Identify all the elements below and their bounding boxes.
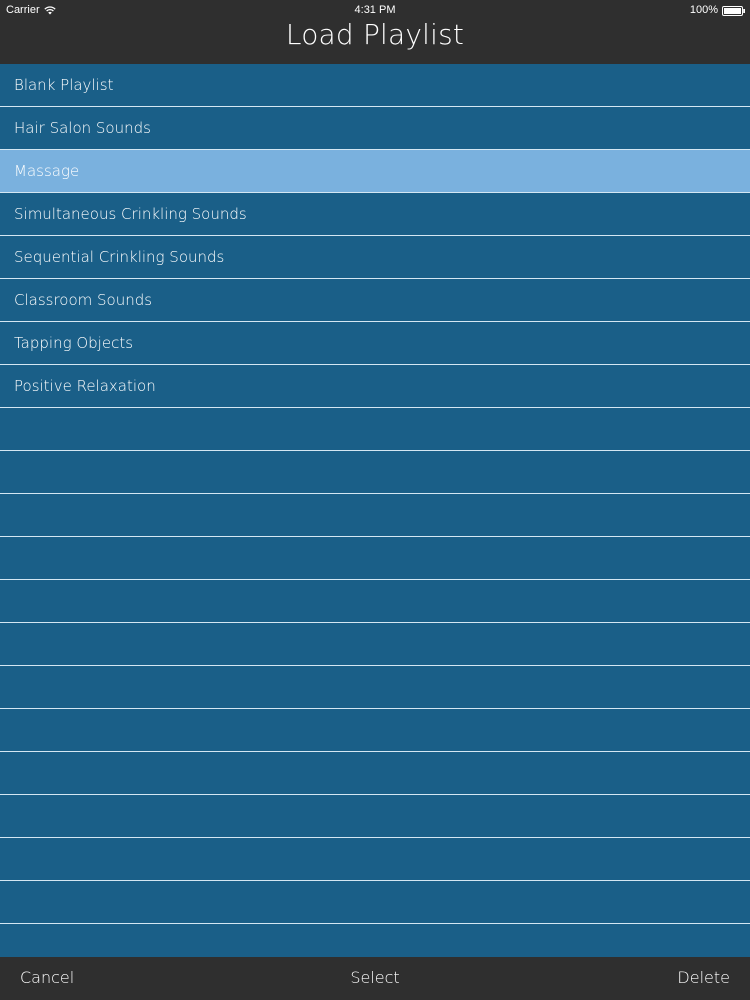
- empty-row: [0, 881, 750, 924]
- playlist-row[interactable]: Simultaneous Crinkling Sounds: [0, 193, 750, 236]
- playlist-row[interactable]: Classroom Sounds: [0, 279, 750, 322]
- empty-row: [0, 666, 750, 709]
- playlist-row[interactable]: Sequential Crinkling Sounds: [0, 236, 750, 279]
- playlist-row[interactable]: Tapping Objects: [0, 322, 750, 365]
- select-button[interactable]: Select: [0, 968, 750, 987]
- empty-row: [0, 838, 750, 881]
- playlist-row-label: Positive Relaxation: [14, 377, 156, 395]
- empty-row: [0, 580, 750, 623]
- empty-row: [0, 752, 750, 795]
- empty-row: [0, 451, 750, 494]
- playlist-row[interactable]: Blank Playlist: [0, 64, 750, 107]
- playlist-row-label: Simultaneous Crinkling Sounds: [14, 205, 247, 223]
- battery-indicator: 100%: [689, 4, 745, 16]
- empty-row: [0, 795, 750, 838]
- playlist-list: Blank Playlist Hair Salon Sounds Massage Si…: [0, 64, 750, 967]
- status-time: 4:31 PM: [354, 4, 396, 16]
- playlist-row-label: Massage: [14, 162, 80, 180]
- page-title: Load Playlist: [285, 18, 465, 51]
- navigation-bar: Carrier 4:31 PM 100% Load Playlist: [0, 0, 750, 64]
- empty-row: [0, 408, 750, 451]
- playlist-row-label: Blank Playlist: [14, 76, 114, 94]
- empty-row: [0, 494, 750, 537]
- empty-row: [0, 709, 750, 752]
- playlist-row[interactable]: Positive Relaxation: [0, 365, 750, 408]
- playlist-row-label: Sequential Crinkling Sounds: [14, 248, 225, 266]
- status-bar: Carrier 4:31 PM 100%: [0, 0, 750, 20]
- empty-row: [0, 537, 750, 580]
- playlist-row-label: Classroom Sounds: [14, 291, 153, 309]
- delete-button[interactable]: Delete: [677, 968, 730, 987]
- bottom-toolbar: Cancel Select Delete: [0, 957, 750, 1000]
- playlist-row-label: Hair Salon Sounds: [14, 119, 151, 137]
- playlist-row-label: Tapping Objects: [14, 334, 134, 352]
- empty-row: [0, 623, 750, 666]
- playlist-row[interactable]: Massage: [0, 150, 750, 193]
- playlist-row[interactable]: Hair Salon Sounds: [0, 107, 750, 150]
- battery-percent: 100%: [689, 4, 718, 16]
- battery-icon: [722, 5, 745, 16]
